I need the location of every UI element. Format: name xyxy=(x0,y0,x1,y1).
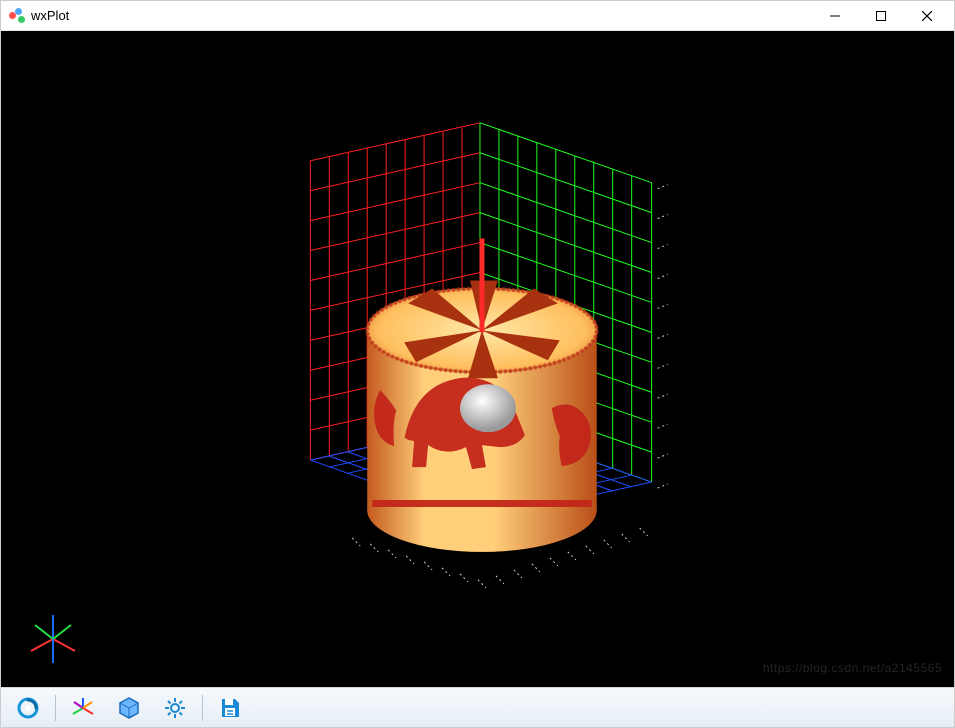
reset-view-button[interactable] xyxy=(7,691,49,725)
axes-toggle-button[interactable] xyxy=(62,691,104,725)
axis-gizmo-icon xyxy=(23,609,83,669)
swirl-icon xyxy=(16,696,40,720)
axes-star-icon xyxy=(71,696,95,720)
toolbar-separator xyxy=(55,695,56,721)
save-button[interactable] xyxy=(209,691,251,725)
app-window: wxPlot xyxy=(0,0,955,728)
hexagon-icon xyxy=(117,696,141,720)
close-button[interactable] xyxy=(904,1,950,31)
inner-sphere xyxy=(460,384,516,432)
scene-3d xyxy=(1,31,954,687)
toolbar xyxy=(1,687,954,727)
toolbar-separator xyxy=(202,695,203,721)
minimize-button[interactable] xyxy=(812,1,858,31)
settings-button[interactable] xyxy=(154,691,196,725)
app-icon xyxy=(9,8,25,24)
maximize-button[interactable] xyxy=(858,1,904,31)
save-icon xyxy=(218,696,242,720)
titlebar: wxPlot xyxy=(1,1,954,31)
window-title: wxPlot xyxy=(31,8,812,23)
gear-icon xyxy=(163,696,187,720)
shape-button[interactable] xyxy=(108,691,150,725)
plot-canvas[interactable]: https://blog.csdn.net/a2145565 xyxy=(1,31,954,687)
